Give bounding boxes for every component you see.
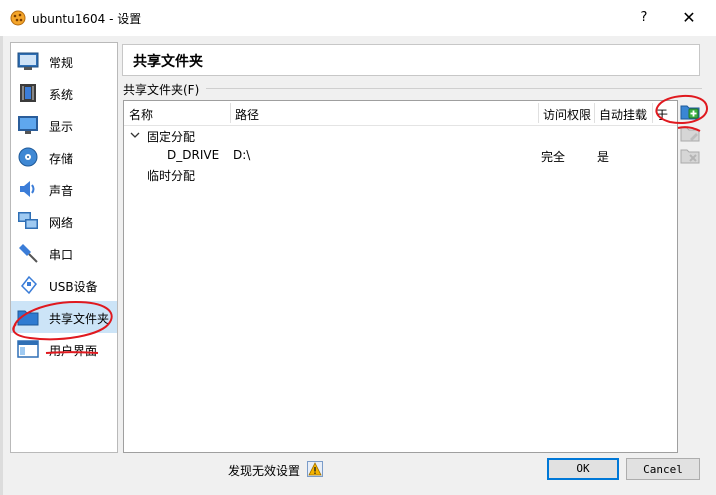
sidebar-item-label: 系统 [49,88,74,102]
close-button[interactable]: ✕ [672,6,706,30]
sidebar-item-label: USB设备 [49,280,98,294]
remove-shared-folder-icon[interactable] [680,146,700,164]
table-row-path: D:\ [233,148,251,162]
column-header-access[interactable]: 访问权限 [543,106,591,123]
sidebar-item-shared-folders[interactable]: 共享文件夹 [11,301,117,333]
table-header: 名称 路径 访问权限 自动挂载 于 [124,101,677,126]
usb-icon [21,275,37,295]
column-separator [652,103,653,123]
column-separator [594,103,595,123]
settings-sidebar: 常规 系统 显示 存储 声音 网络 串口 USB设备 共享文件夹 用户界面 [10,42,118,453]
table-row-name[interactable]: D_DRIVE [167,148,219,162]
sidebar-item-storage[interactable]: 存储 [11,141,117,173]
virtualbox-app-icon [10,10,26,26]
window-frame-right [712,36,716,495]
cancel-button[interactable]: Cancel [626,458,700,480]
storage-icon [18,147,38,167]
window-title: ubuntu1604 - 设置 [32,12,142,26]
sidebar-item-network[interactable]: 网络 [11,205,117,237]
sidebar-item-label: 用户界面 [49,344,98,358]
page-header: 共享文件夹 [122,44,700,76]
serial-port-icon [19,244,38,263]
sidebar-item-system[interactable]: 系统 [11,77,117,109]
network-icon [18,212,38,229]
column-header-at[interactable]: 于 [656,106,668,123]
table-row-automount: 是 [597,150,610,164]
sidebar-item-general[interactable]: 常规 [11,45,117,77]
edit-shared-folder-icon[interactable] [680,124,700,142]
window-frame-left [0,36,3,495]
title-bar: ubuntu1604 - 设置 ? ✕ [0,0,716,36]
table-row-access: 完全 [541,150,566,164]
sidebar-item-label: 声音 [49,184,74,198]
sidebar-item-audio[interactable]: 声音 [11,173,117,205]
page-title: 共享文件夹 [133,54,203,70]
sidebar-item-label: 串口 [49,248,74,262]
help-button[interactable]: ? [630,6,658,30]
column-header-automount[interactable]: 自动挂载 [599,106,647,123]
sidebar-item-label: 存储 [49,152,74,166]
shared-folders-tree[interactable]: 名称 路径 访问权限 自动挂载 于 固定分配 D_DRIVE D:\ 完全 是 … [123,100,678,453]
system-icon [20,84,36,102]
sidebar-item-serial-port[interactable]: 串口 [11,237,117,269]
sidebar-item-user-interface[interactable]: 用户界面 [11,333,117,365]
chevron-down-icon[interactable] [130,130,140,140]
sidebar-item-label: 显示 [49,120,74,134]
sidebar-item-label: 常规 [49,56,74,70]
display-icon [18,116,38,134]
group-divider [206,88,702,89]
add-shared-folder-icon[interactable] [680,102,700,120]
invalid-settings-label: 发现无效设置 [228,464,301,478]
column-header-path[interactable]: 路径 [235,106,259,123]
user-interface-icon [17,340,39,358]
column-header-name[interactable]: 名称 [129,106,153,123]
tree-group-fixed[interactable]: 固定分配 [147,128,195,145]
tree-group-transient[interactable]: 临时分配 [147,167,195,184]
general-icon [17,52,39,70]
sidebar-item-usb[interactable]: USB设备 [11,269,117,301]
sidebar-item-label: 共享文件夹 [49,312,110,326]
shared-folder-icon [17,310,39,326]
sidebar-item-label: 网络 [49,216,74,230]
shared-folders-group-label: 共享文件夹(F) [123,83,200,97]
audio-icon [20,181,35,197]
column-separator [230,103,231,123]
sidebar-item-display[interactable]: 显示 [11,109,117,141]
column-separator [538,103,539,123]
warning-icon[interactable] [307,461,323,477]
ok-button[interactable]: OK [547,458,619,480]
